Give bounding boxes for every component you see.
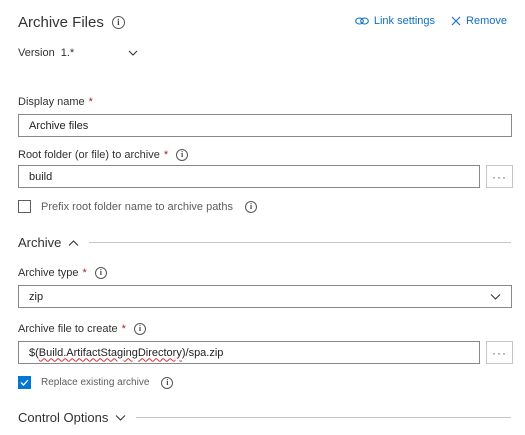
archive-file-input[interactable]: $(Build.ArtifactStagingDirectory)/spa.zi… [18, 341, 480, 364]
replace-existing-checkbox[interactable] [18, 376, 31, 389]
required-marker: * [88, 96, 93, 108]
version-value: 1.* [60, 47, 75, 59]
archive-file-browse-button[interactable]: ··· [486, 341, 513, 364]
archive-type-dropdown[interactable]: zip [18, 285, 512, 308]
version-selector[interactable]: Version 1.* [18, 47, 138, 59]
info-icon[interactable]: i [111, 16, 125, 29]
archive-file-value-prefix: $( [29, 346, 39, 359]
archive-section-title: Archive [18, 235, 62, 250]
link-settings-button[interactable]: Link settings [355, 15, 435, 27]
chevron-down-icon [490, 293, 501, 300]
ellipsis-icon: ··· [492, 169, 507, 184]
link-icon [355, 17, 369, 25]
prefix-root-row: Prefix root folder name to archive paths… [18, 200, 257, 213]
prefix-root-label: Prefix root folder name to archive paths [41, 200, 233, 213]
checkmark-icon [20, 379, 29, 386]
root-folder-label-text: Root folder (or file) to archive [18, 149, 160, 161]
chevron-down-icon[interactable] [115, 414, 126, 422]
header-actions: Link settings Remove [355, 15, 507, 27]
display-name-input[interactable]: Archive files [18, 114, 512, 137]
info-icon[interactable]: i [161, 376, 174, 389]
display-name-label-text: Display name [18, 96, 85, 108]
archive-file-value: $(Build.ArtifactStagingDirectory)/spa.zi… [29, 347, 223, 359]
task-title-text: Archive Files [18, 14, 104, 31]
ellipsis-icon: ··· [492, 345, 507, 360]
archive-type-label-text: Archive type [18, 267, 79, 279]
section-divider [89, 242, 511, 243]
section-divider [136, 417, 511, 418]
info-icon[interactable]: i [133, 323, 146, 335]
info-icon[interactable]: i [94, 267, 107, 279]
required-marker: * [121, 323, 126, 335]
required-marker: * [163, 149, 169, 161]
archive-file-value-variable: Build.ArtifactStagingDirectory [38, 346, 182, 359]
root-folder-input[interactable]: build [18, 165, 480, 188]
archive-section-header[interactable]: Archive [18, 235, 511, 250]
display-name-label: Display name * [18, 96, 93, 108]
info-icon[interactable]: i [244, 200, 257, 213]
replace-existing-row: Replace existing archive i [18, 376, 174, 389]
root-folder-value: build [29, 170, 53, 183]
archive-file-label-text: Archive file to create [18, 323, 118, 335]
archive-type-value: zip [29, 290, 44, 303]
control-options-title: Control Options [18, 410, 109, 425]
replace-existing-label: Replace existing archive [41, 377, 150, 388]
archive-type-label: Archive type * i [18, 267, 107, 279]
close-icon [451, 16, 461, 26]
remove-label: Remove [466, 15, 507, 27]
archive-file-label: Archive file to create * i [18, 323, 146, 335]
root-folder-label: Root folder (or file) to archive * i [18, 149, 189, 161]
root-folder-browse-button[interactable]: ··· [486, 165, 513, 188]
task-title: Archive Files i [18, 14, 125, 31]
remove-button[interactable]: Remove [451, 15, 507, 27]
chevron-up-icon[interactable] [68, 239, 79, 247]
required-marker: * [82, 267, 87, 279]
archive-file-value-suffix: )/spa.zip [181, 346, 224, 359]
prefix-root-checkbox[interactable] [18, 200, 31, 213]
info-icon[interactable]: i [176, 149, 189, 161]
chevron-down-icon[interactable] [128, 48, 138, 58]
link-settings-label: Link settings [373, 15, 436, 27]
control-options-section-header[interactable]: Control Options [18, 410, 511, 425]
display-name-value: Archive files [29, 119, 89, 132]
version-label: Version [18, 47, 55, 59]
